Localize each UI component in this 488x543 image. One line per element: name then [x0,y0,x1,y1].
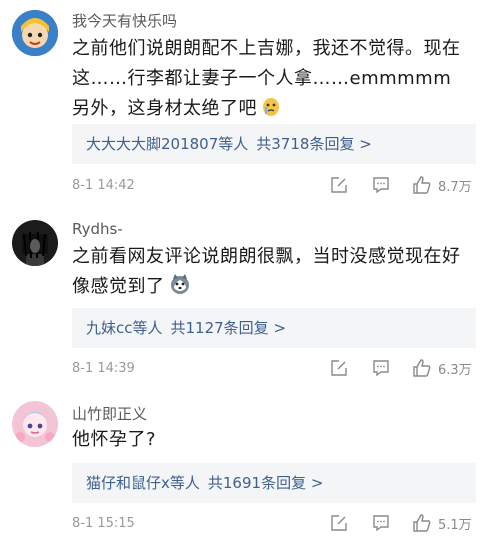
comment-3: 山竹即正义 他怀孕了? 猫仔和鼠仔x等人 共1691条回复 > 8-1 15:15… [0,395,488,543]
like-button[interactable]: 8.7万 [412,175,472,195]
comment-text-content: 他怀孕了? [72,429,157,450]
replies-names: 大大大大脚201807等人 [86,135,249,153]
thumbs-up-icon [413,514,431,532]
comment-text: 他怀孕了? [72,425,467,455]
avatar[interactable] [12,220,58,266]
edit-button[interactable] [330,176,348,194]
avatar[interactable] [12,401,58,447]
username[interactable]: 我今天有快乐吗 [72,10,177,31]
replies-names: 猫仔和鼠仔x等人 [86,474,200,492]
husky-dog-emoji [169,273,191,305]
username[interactable]: 山竹即正义 [72,403,147,424]
like-button[interactable]: 5.1万 [412,513,472,533]
comment-text-content: 之前看网友评论说朗朗很飘，当时没感觉现在好像感觉到了 [72,246,461,297]
like-button[interactable]: 6.3万 [412,358,472,378]
comment-icon [373,360,389,377]
username[interactable]: Rydhs- [72,220,123,238]
comment-button[interactable] [372,176,390,194]
comment-icon [373,177,389,194]
replies-link[interactable]: 猫仔和鼠仔x等人 共1691条回复 > [72,463,476,503]
avatar[interactable] [12,10,58,56]
like-count: 5.1万 [438,517,472,533]
edit-icon [331,360,347,376]
thumbs-up-icon [413,176,431,194]
replies-count: 共3718条回复 > [256,135,372,153]
edit-button[interactable] [330,514,348,532]
comment-icon [373,515,389,532]
replies-link[interactable]: 九妹cc等人 共1127条回复 > [72,308,476,348]
comment-text: 之前他们说朗朗配不上吉娜，我还不觉得。现在这……行李都让妻子一个人拿……emmm… [72,34,467,127]
comment-time: 8-1 14:39 [72,361,135,376]
replies-link[interactable]: 大大大大脚201807等人 共3718条回复 > [72,124,476,164]
like-count: 6.3万 [438,362,472,378]
comment-1: 我今天有快乐吗 之前他们说朗朗配不上吉娜，我还不觉得。现在这……行李都让妻子一个… [0,0,488,200]
thumbs-up-icon [413,359,431,377]
replies-count: 共1691条回复 > [207,474,324,492]
comment-button[interactable] [372,359,390,377]
edit-icon [331,515,347,531]
comment-2: Rydhs- 之前看网友评论说朗朗很飘，当时没感觉现在好像感觉到了 九妹cc等人… [0,208,488,388]
edit-button[interactable] [330,359,348,377]
replies-count: 共1127条回复 > [170,319,287,337]
like-count: 8.7万 [438,179,472,195]
comment-time: 8-1 15:15 [72,516,135,531]
replies-names: 九妹cc等人 [86,319,163,337]
crying-face-emoji [261,95,281,127]
comment-text: 之前看网友评论说朗朗很飘，当时没感觉现在好像感觉到了 [72,242,467,305]
comment-time: 8-1 14:42 [72,178,135,193]
edit-icon [331,177,347,193]
comment-button[interactable] [372,514,390,532]
